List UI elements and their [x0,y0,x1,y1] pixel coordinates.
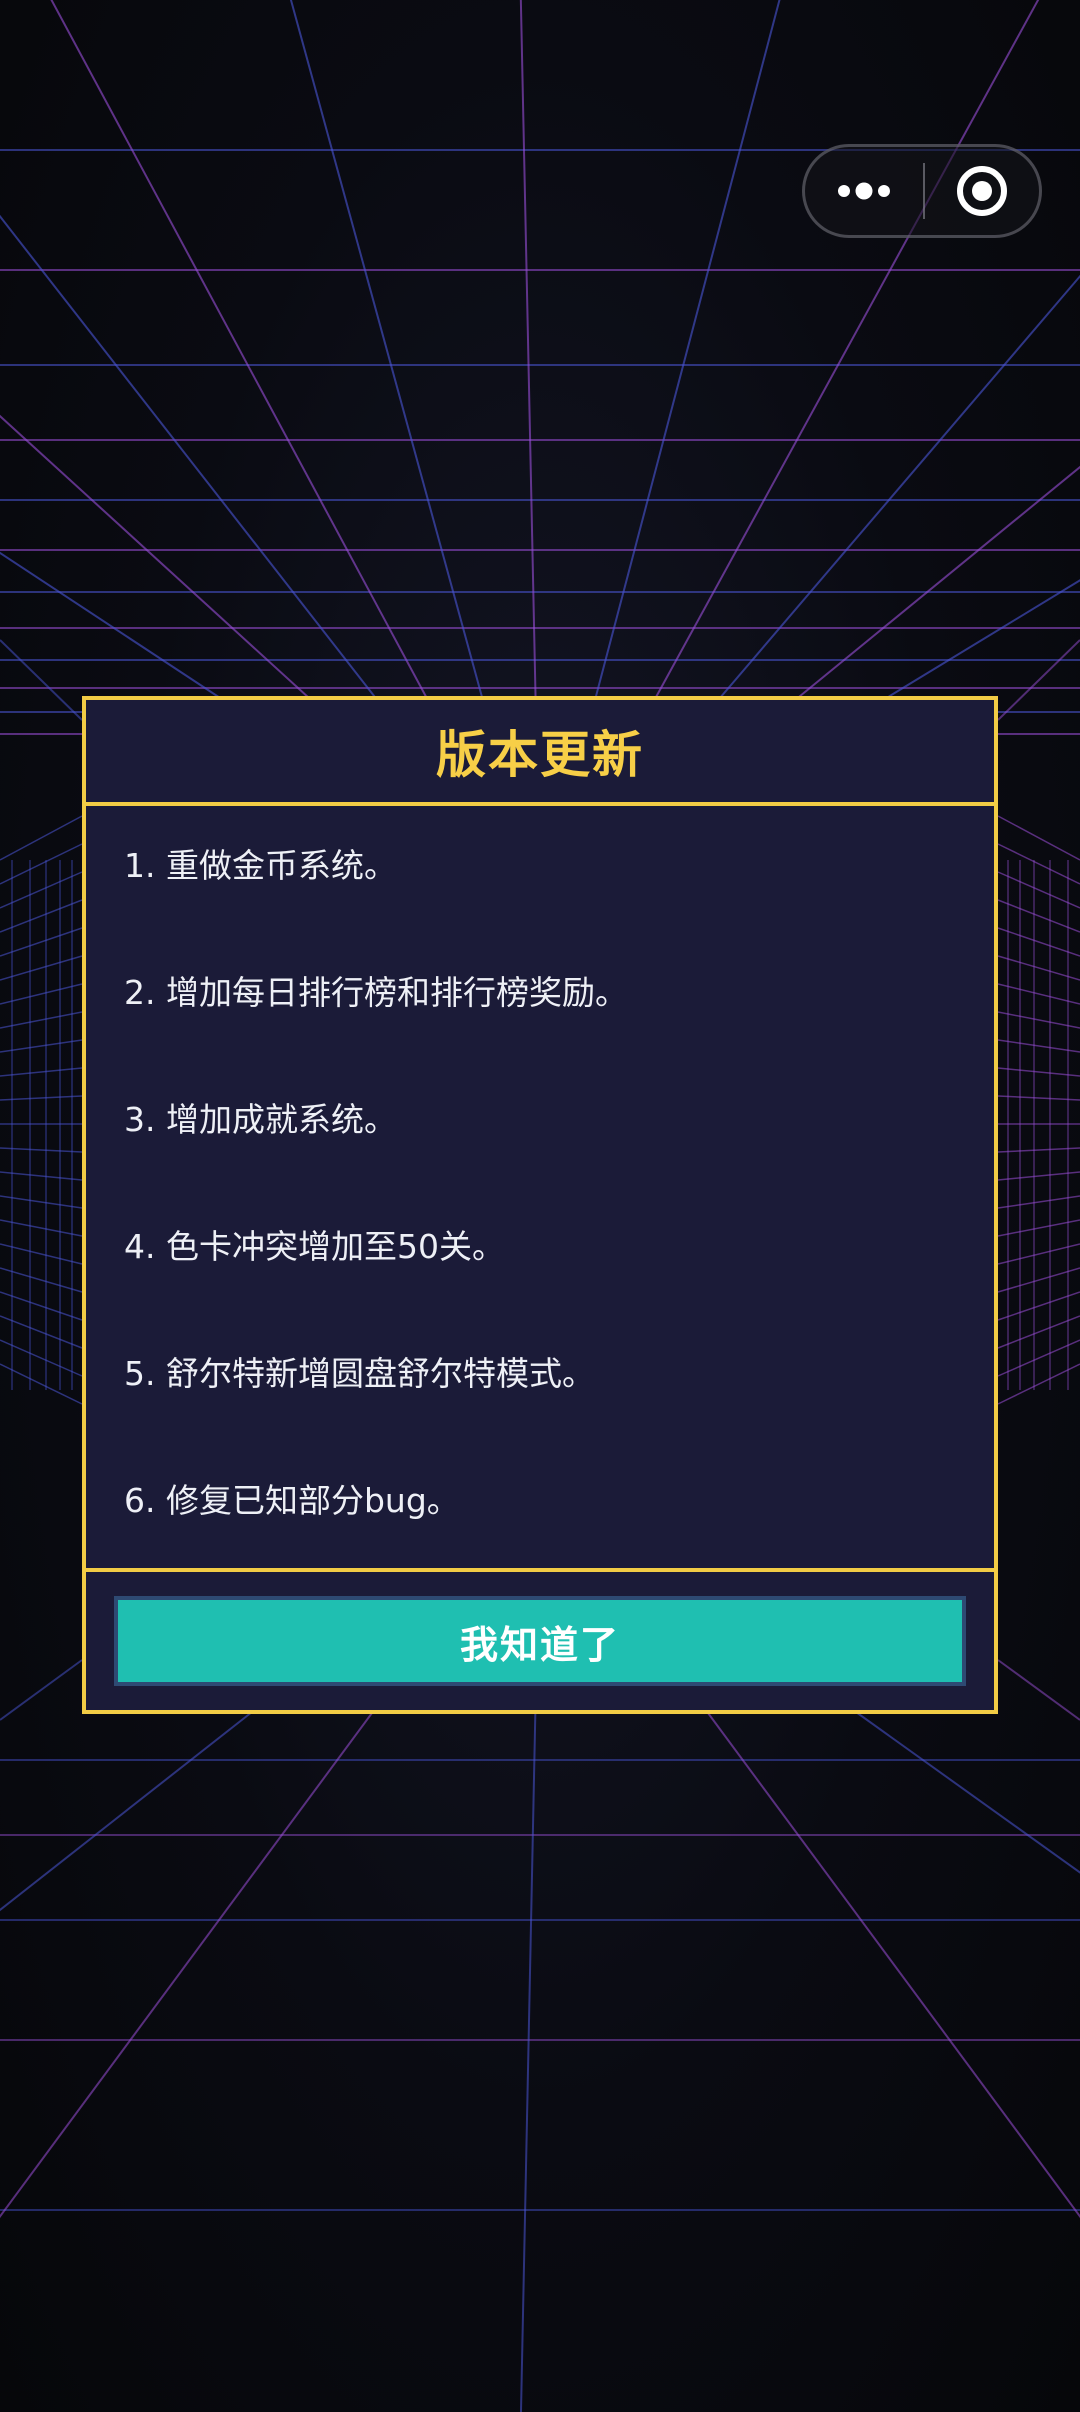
more-dots-icon [838,182,890,200]
grid-line [0,639,83,721]
dialog-footer: 我知道了 [86,1572,994,1710]
grid-line [0,551,224,701]
game-screen: 版本更新 1. 重做金币系统。 2. 增加每日排行榜和排行榜奖励。 3. 增加成… [0,0,1080,2412]
update-note-item: 4. 色卡冲突增加至50关。 [124,1227,505,1266]
grid-line [0,1699,383,2219]
grid-line [697,1699,1080,2219]
grid-line [0,414,312,701]
update-notes: 1. 重做金币系统。 2. 增加每日排行榜和排行榜奖励。 3. 增加成就系统。 … [86,806,994,1572]
grid-line [653,0,1040,701]
target-circle-icon [957,166,1007,216]
update-note-item: 1. 重做金币系统。 [124,846,397,885]
grid-line [289,0,484,701]
confirm-button-label: 我知道了 [459,1622,620,1667]
grid-line [519,1699,537,2412]
miniprogram-capsule [802,144,1042,238]
update-note-item: 3. 增加成就系统。 [124,1100,397,1139]
update-note-item: 2. 增加每日排行榜和排行榜奖励。 [124,973,628,1012]
confirm-button[interactable]: 我知道了 [114,1596,966,1686]
dialog-header: 版本更新 [86,700,994,806]
grid-line [0,815,83,861]
grid-line [997,639,1080,721]
grid-line [997,1659,1080,1721]
grid-line [50,0,429,701]
update-note-item: 6. 修复已知部分bug。 [124,1481,460,1520]
grid-line [997,815,1080,861]
grid-line [0,1699,268,1912]
dialog-title: 版本更新 [436,726,644,784]
more-menu-button[interactable] [805,147,923,235]
grid-line [519,0,537,701]
grid-line [838,1699,1080,1874]
update-note-item: 5. 舒尔特新增圆盘舒尔特模式。 [124,1354,595,1393]
grid-line [717,274,1080,701]
grid-line [0,1659,83,1721]
grid-line [594,0,781,701]
version-update-dialog: 版本更新 1. 重做金币系统。 2. 增加每日排行榜和排行榜奖励。 3. 增加成… [82,696,998,1714]
grid-line [794,465,1080,701]
close-miniprogram-button[interactable] [925,147,1039,235]
